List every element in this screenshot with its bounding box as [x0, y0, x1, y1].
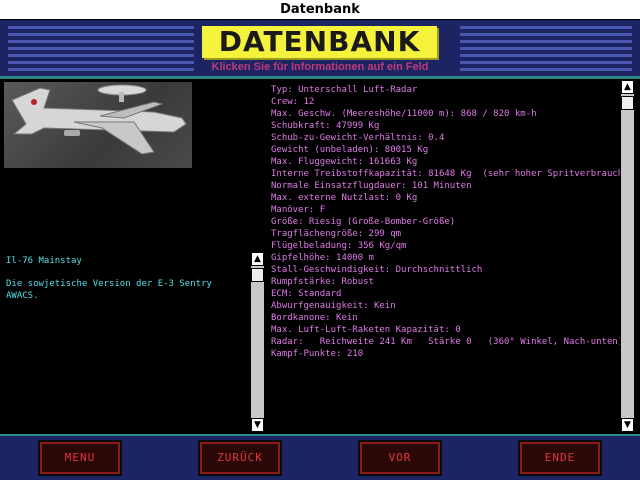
- aircraft-image: [4, 82, 192, 168]
- datenbank-logo: DATENBANK: [202, 26, 437, 58]
- detail-line: Normale Einsatzflugdauer: 101 Minuten: [271, 181, 472, 191]
- detail-line: Max. externe Nutzlast: 0 Kg: [271, 193, 418, 203]
- details-scroll-thumb[interactable]: [621, 96, 634, 110]
- detail-line: Gipfelhöhe: 14000 m: [271, 253, 374, 263]
- detail-line: Schub-zu-Gewicht-Verhältnis: 0.4: [271, 133, 445, 143]
- back-button[interactable]: ZURÜCK: [198, 440, 282, 476]
- header-banner: DATENBANK Klicken Sie für Informationen …: [0, 20, 640, 78]
- detail-line: Typ: Unterschall Luft-Radar: [271, 85, 418, 95]
- aircraft-name: Il-76 Mainstay: [6, 256, 82, 266]
- aircraft-panel: Il-76 Mainstay Die sowjetische Version d…: [0, 80, 266, 432]
- aircraft-picture: [11, 84, 187, 155]
- details-scrollbar[interactable]: ▲ ▼: [620, 80, 634, 432]
- menu-button[interactable]: MENU: [38, 440, 122, 476]
- details-panel: Typ: Unterschall Luft-Radar Crew: 12 Max. …: [268, 80, 629, 432]
- detail-line: Gewicht (unbeladen): 80015 Kg: [271, 145, 429, 155]
- detail-line: Größe: Riesig (Große-Bomber-Größe): [271, 217, 456, 227]
- description-scrollbar[interactable]: ▲ ▼: [250, 252, 264, 432]
- detail-line: Tragflächengröße: 299 qm: [271, 229, 402, 239]
- detail-line: Stall-Geschwindigkeit: Durchschnittlich: [271, 265, 483, 275]
- scroll-down-arrow-icon[interactable]: ▼: [251, 418, 264, 432]
- detail-line: Manöver: F: [271, 205, 326, 215]
- aircraft-description: Die sowjetische Version der E-3 Sentry A…: [6, 279, 212, 301]
- detail-line: Max. Luft-Luft-Raketen Kapazität: 0: [271, 325, 461, 335]
- detail-line: Bordkanone: Kein: [271, 313, 358, 323]
- scroll-up-arrow-icon[interactable]: ▲: [251, 252, 264, 266]
- description-scroll-thumb[interactable]: [251, 268, 264, 282]
- detail-line: Max. Geschw. (Meereshöhe/11000 m): 868 /…: [271, 109, 537, 119]
- detail-line: Interne Treibstoffkapazität: 81648 Kg (s…: [271, 169, 629, 179]
- detail-line: ECM: Standard: [271, 289, 342, 299]
- detail-line: Kampf-Punkte: 210: [271, 349, 364, 359]
- detail-line: Abwurfgenauigkeit: Kein: [271, 301, 396, 311]
- detail-line: Crew: 12: [271, 97, 315, 107]
- forward-button[interactable]: VOR: [358, 440, 442, 476]
- details-scroll-up-arrow-icon[interactable]: ▲: [621, 80, 634, 94]
- detail-line: Flügelbeladung: 356 Kg/qm: [271, 241, 407, 251]
- details-scroll-down-arrow-icon[interactable]: ▼: [621, 418, 634, 432]
- detail-line: Radar: Reichweite 241 Km Stärke 0 (360° …: [271, 337, 624, 347]
- detail-line: Rumpfstärke: Robust: [271, 277, 374, 287]
- header-subtitle: Klicken Sie für Informationen auf ein Fe…: [211, 61, 429, 73]
- footer-bar: MENU ZURÜCK VOR ENDE: [0, 434, 640, 480]
- window-title: Datenbank: [0, 0, 640, 20]
- details-list: Typ: Unterschall Luft-Radar Crew: 12 Max. …: [271, 84, 629, 360]
- end-button[interactable]: ENDE: [518, 440, 602, 476]
- detail-line: Schubkraft: 47999 Kg: [271, 121, 380, 131]
- header-divider: [0, 76, 640, 79]
- detail-line: Max. Fluggewicht: 161663 Kg: [271, 157, 418, 167]
